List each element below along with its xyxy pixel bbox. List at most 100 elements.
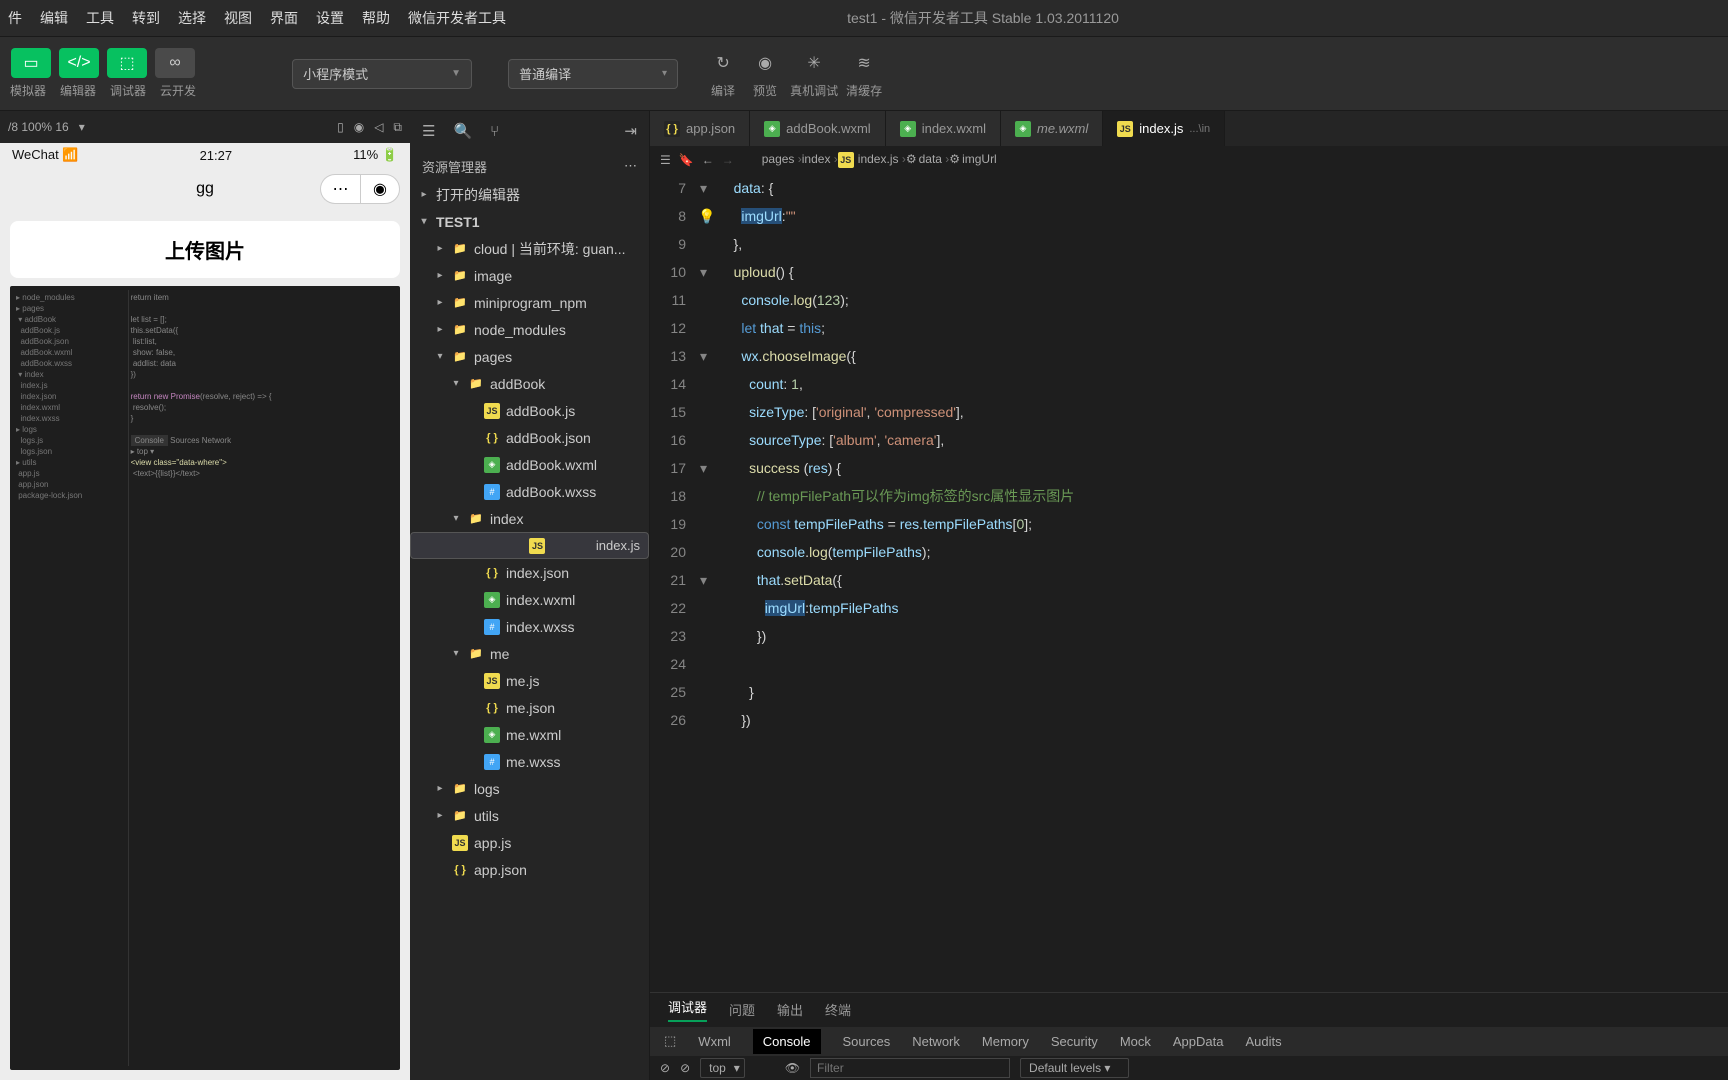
devtool-tab[interactable]: Audits <box>1245 1034 1281 1049</box>
menu-item[interactable]: 件 <box>8 8 22 28</box>
nav-fwd-icon[interactable]: → <box>722 153 734 167</box>
tree-item[interactable]: ◈me.wxml <box>410 721 649 748</box>
editor-tab[interactable]: { }app.json <box>650 111 750 146</box>
tree-item[interactable]: ▾📁addBook <box>410 370 649 397</box>
inspect-icon[interactable]: ⬚ <box>664 1033 676 1049</box>
back-icon[interactable]: ◁ <box>374 120 383 134</box>
tree-item[interactable]: ▸📁miniprogram_npm <box>410 289 649 316</box>
bookmark-icon[interactable]: 🔖 <box>679 153 694 167</box>
editor-tab[interactable]: ◈index.wxml <box>886 111 1001 146</box>
tree-item[interactable]: #me.wxss <box>410 748 649 775</box>
menu-item[interactable]: 转到 <box>132 8 160 28</box>
menu-item[interactable]: 编辑 <box>40 8 68 28</box>
menu-item[interactable]: 微信开发者工具 <box>408 8 506 28</box>
bottom-panel: 调试器 问题 输出 终端 ⬚ Wxml Console Sources Network Mem… <box>650 992 1728 1080</box>
compile-label: 编译 <box>711 82 735 99</box>
main-toolbar: ▭ </> ⬚ ∞ 模拟器 编辑器 调试器 云开发 小程序模式▼ 普通编译▾ ↻… <box>0 36 1728 111</box>
list-icon[interactable]: ☰ <box>422 122 435 140</box>
file-icon: { } <box>484 700 500 716</box>
editor-tab[interactable]: JSindex.js...\in <box>1103 111 1225 146</box>
menu-item[interactable]: 视图 <box>224 8 252 28</box>
tree-item[interactable]: ▸📁logs <box>410 775 649 802</box>
tree-item[interactable]: JSme.js <box>410 667 649 694</box>
stop-icon[interactable]: ◉ <box>354 120 364 134</box>
devtool-tab[interactable]: Security <box>1051 1034 1098 1049</box>
tree-item[interactable]: ◈addBook.wxml <box>410 451 649 478</box>
devtools-tabs: ⬚ Wxml Console Sources Network Memory Securit… <box>650 1027 1728 1057</box>
devtool-tab[interactable]: Sources <box>843 1034 891 1049</box>
menu-item[interactable]: 工具 <box>86 8 114 28</box>
panel-tab[interactable]: 调试器 <box>668 997 707 1022</box>
crumb-item[interactable]: ⚙imgUrl <box>949 152 996 166</box>
simulator-button[interactable]: ▭ <box>11 48 51 78</box>
crumb-item[interactable]: ⚙data <box>906 152 942 166</box>
tree-item[interactable]: ▸📁utils <box>410 802 649 829</box>
file-icon: ◈ <box>484 457 500 473</box>
crumb-item[interactable]: pages <box>762 152 795 166</box>
device-icon[interactable]: ▯ <box>337 120 344 134</box>
tree-item[interactable]: ▸📁image <box>410 262 649 289</box>
panel-tab[interactable]: 输出 <box>777 1000 803 1019</box>
outline-icon[interactable]: ☰ <box>660 153 671 167</box>
context-select[interactable]: top ▾ <box>700 1058 745 1078</box>
tree-item[interactable]: ◈index.wxml <box>410 586 649 613</box>
preview-icon[interactable]: ◉ <box>748 48 782 78</box>
tree-item[interactable]: #index.wxss <box>410 613 649 640</box>
panel-tab[interactable]: 问题 <box>729 1000 755 1019</box>
collapse-icon[interactable]: ⇥ <box>624 122 637 140</box>
editor-button[interactable]: </> <box>59 48 99 78</box>
devtool-tab[interactable]: AppData <box>1173 1034 1224 1049</box>
open-editors-section[interactable]: ▸打开的编辑器 <box>410 181 649 208</box>
upload-card[interactable]: 上传图片 <box>10 221 400 278</box>
tree-item[interactable]: ▾📁pages <box>410 343 649 370</box>
crumb-item[interactable]: index <box>802 152 831 166</box>
cloud-dev-button[interactable]: ∞ <box>155 48 195 78</box>
tree-item[interactable]: JSapp.js <box>410 829 649 856</box>
clear-cache-icon[interactable]: ≋ <box>847 48 881 78</box>
capsule-menu-icon[interactable]: ⋯ <box>320 174 360 204</box>
debugger-button[interactable]: ⬚ <box>107 48 147 78</box>
menu-item[interactable]: 界面 <box>270 8 298 28</box>
devtool-tab[interactable]: Console <box>753 1029 821 1054</box>
devtool-tab[interactable]: Mock <box>1120 1034 1151 1049</box>
menu-item[interactable]: 设置 <box>316 8 344 28</box>
branch-icon[interactable]: ⑂ <box>490 123 499 140</box>
undock-icon[interactable]: ⧉ <box>393 120 402 135</box>
code-editor[interactable]: 7891011121314151617181920212223242526 ▾ … <box>650 174 1728 992</box>
menu-item[interactable]: 选择 <box>178 8 206 28</box>
tree-item[interactable]: { }index.json <box>410 559 649 586</box>
compile-icon[interactable]: ↻ <box>706 48 740 78</box>
tree-item[interactable]: #addBook.wxss <box>410 478 649 505</box>
tree-item[interactable]: ▸📁node_modules <box>410 316 649 343</box>
menu-item[interactable]: 帮助 <box>362 8 390 28</box>
devtool-tab[interactable]: Wxml <box>698 1034 731 1049</box>
eye-icon[interactable]: 👁 <box>785 1061 800 1075</box>
real-debug-icon[interactable]: ✳ <box>797 48 831 78</box>
mode-select[interactable]: 小程序模式▼ <box>292 59 472 89</box>
console-clear-icon[interactable]: ⊘ <box>660 1061 670 1075</box>
crumb-item[interactable]: JSindex.js <box>838 152 899 166</box>
devtool-tab[interactable]: Network <box>912 1034 960 1049</box>
tree-item[interactable]: { }addBook.json <box>410 424 649 451</box>
tree-item[interactable]: { }app.json <box>410 856 649 883</box>
tree-item[interactable]: { }me.json <box>410 694 649 721</box>
filter-input[interactable] <box>810 1058 1010 1078</box>
editor-tab[interactable]: ◈addBook.wxml <box>750 111 886 146</box>
nav-back-icon[interactable]: ← <box>702 153 714 167</box>
panel-tab[interactable]: 终端 <box>825 1000 851 1019</box>
tree-item[interactable]: JSaddBook.js <box>410 397 649 424</box>
tree-item[interactable]: JSindex.js <box>410 532 649 559</box>
console-ban-icon[interactable]: ⊘ <box>680 1061 690 1075</box>
tree-item[interactable]: ▸📁cloud | 当前环境: guan... <box>410 235 649 262</box>
capsule-close-icon[interactable]: ◉ <box>360 174 400 204</box>
tree-item[interactable]: ▾📁me <box>410 640 649 667</box>
devtool-tab[interactable]: Memory <box>982 1034 1029 1049</box>
compile-mode-select[interactable]: 普通编译▾ <box>508 59 678 89</box>
levels-select[interactable]: Default levels ▾ <box>1020 1058 1129 1078</box>
project-root[interactable]: ▾TEST1 <box>410 208 649 235</box>
file-icon: { } <box>452 862 468 878</box>
tree-item[interactable]: ▾📁index <box>410 505 649 532</box>
editor-tab[interactable]: ◈me.wxml <box>1001 111 1103 146</box>
more-icon[interactable]: ⋯ <box>624 158 637 174</box>
search-icon[interactable]: 🔍 <box>453 122 472 140</box>
